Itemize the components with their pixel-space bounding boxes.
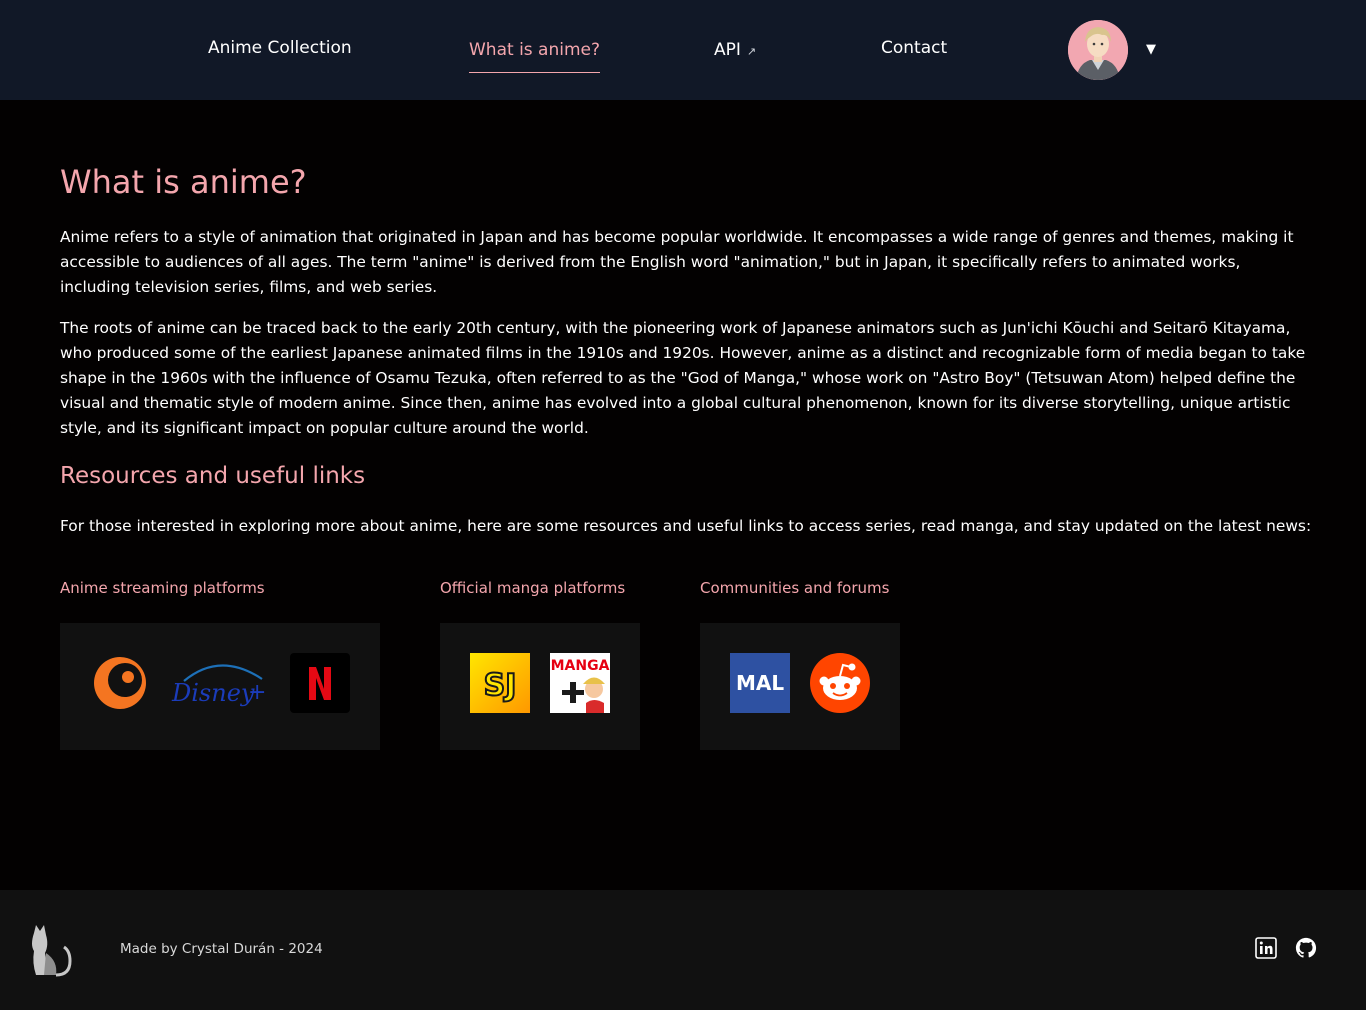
netflix-icon[interactable] <box>290 653 350 713</box>
resources-title: Resources and useful links <box>60 463 366 489</box>
nav-api[interactable]: API ↗ <box>714 40 756 60</box>
nav-what-is-anime[interactable]: What is anime? <box>469 40 601 73</box>
crunchyroll-icon[interactable] <box>90 653 150 713</box>
avatar-image <box>1068 20 1128 80</box>
page-title: What is anime? <box>60 163 307 201</box>
category-title-streaming: Anime streaming platforms <box>60 579 265 597</box>
nav-anime-collection[interactable]: Anime Collection <box>208 38 352 58</box>
cat-logo-icon <box>26 923 76 979</box>
streaming-logos-card: Disney + <box>60 623 380 750</box>
nav-api-label: API <box>714 40 741 60</box>
linkedin-icon[interactable] <box>1255 937 1277 959</box>
manga-plus-icon[interactable]: MANGA <box>550 653 610 713</box>
category-title-communities: Communities and forums <box>700 579 890 597</box>
svg-text:+: + <box>248 680 266 705</box>
svg-text:Disney: Disney <box>171 679 255 707</box>
external-link-icon: ↗ <box>746 45 757 58</box>
footer-credit: Made by Crystal Durán - 2024 <box>120 941 323 957</box>
github-icon[interactable] <box>1295 937 1317 959</box>
community-logos-card: MAL <box>700 623 900 750</box>
reddit-icon[interactable] <box>810 653 870 713</box>
disney-plus-icon[interactable]: Disney + <box>170 653 270 713</box>
shonen-jump-icon[interactable]: SJ <box>470 653 530 713</box>
history-paragraph: The roots of anime can be traced back to… <box>60 319 1306 437</box>
avatar[interactable] <box>1068 20 1128 80</box>
resources-intro: For those interested in exploring more a… <box>60 517 1312 535</box>
svg-text:MAL: MAL <box>736 671 784 695</box>
top-navbar: Anime Collection What is anime? API ↗ Con… <box>0 0 1366 100</box>
svg-text:MANGA: MANGA <box>551 658 610 674</box>
svg-text:SJ: SJ <box>484 668 517 703</box>
nav-contact[interactable]: Contact <box>881 38 947 58</box>
manga-logos-card: SJ MANGA <box>440 623 640 750</box>
intro-paragraph: Anime refers to a style of animation tha… <box>60 228 1294 296</box>
footer: Made by Crystal Durán - 2024 <box>0 890 1366 1010</box>
category-title-manga: Official manga platforms <box>440 579 626 597</box>
chevron-down-icon[interactable]: ▼ <box>1146 42 1156 57</box>
myanimelist-icon[interactable]: MAL <box>730 653 790 713</box>
